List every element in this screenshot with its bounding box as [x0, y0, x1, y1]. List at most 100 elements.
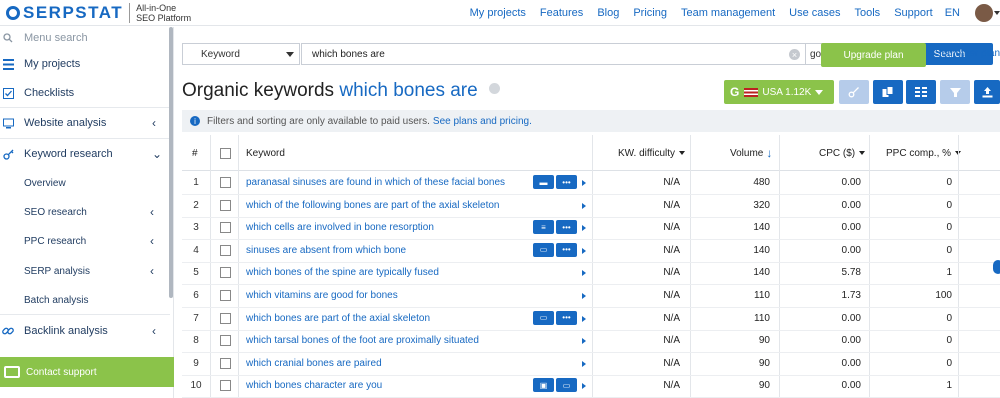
expand-arrow-icon[interactable] [582, 315, 586, 322]
sidebar-item-website-analysis[interactable]: Website analysis ‹ [0, 112, 174, 134]
expand-arrow-icon[interactable] [582, 225, 586, 232]
row-checkbox[interactable] [220, 312, 231, 324]
row-checkbox[interactable] [220, 222, 231, 234]
sidebar-item-my-projects[interactable]: My projects [0, 53, 174, 75]
sidebar-item-checklists[interactable]: Checklists [0, 82, 174, 104]
table-row[interactable]: 5 which bones of the spine are typically … [182, 262, 1000, 286]
expand-arrow-icon[interactable] [582, 202, 586, 209]
sidebar-subitem-ppc-research[interactable]: PPC research [24, 236, 86, 247]
chat-icon[interactable]: ▭ [533, 242, 554, 257]
column-header-keyword[interactable]: Keyword [246, 135, 285, 171]
table-row[interactable]: 7 which bones are part of the axial skele… [182, 308, 1000, 331]
compare-button[interactable] [839, 80, 869, 104]
nav-pricing[interactable]: Pricing [633, 7, 667, 19]
more-icon[interactable]: ••• [556, 310, 577, 325]
column-header-ppc[interactable]: PPC comp., % [886, 135, 962, 171]
nav-my-projects[interactable]: My projects [470, 7, 526, 19]
nav-support[interactable]: Support [894, 7, 933, 19]
chevron-down-icon[interactable] [994, 11, 1000, 15]
sidebar-item-backlink-analysis[interactable]: Backlink analysis ‹ [0, 320, 174, 342]
keyword-link[interactable]: which cells are involved in bone resorpt… [246, 222, 434, 233]
chat-icon[interactable]: ▭ [533, 310, 554, 325]
table-row[interactable]: 1 paranasal sinuses are found in which of… [182, 172, 1000, 195]
clear-icon[interactable]: × [789, 49, 800, 60]
chevron-down-icon: ⌄ [152, 147, 163, 161]
table-row[interactable]: 6 which vitamins are good for bones N/A 110… [182, 285, 1000, 308]
row-checkbox[interactable] [220, 290, 231, 301]
nav-use-cases[interactable]: Use cases [789, 7, 840, 19]
link-icon [2, 325, 14, 337]
menu-search[interactable]: Menu search [0, 27, 174, 49]
expand-arrow-icon[interactable] [582, 293, 586, 299]
keyword-link[interactable]: which tarsal bones of the foot are proxi… [246, 335, 479, 346]
columns-button[interactable] [906, 80, 936, 104]
sidebar-subitem-seo-research[interactable]: SEO research [24, 207, 87, 218]
expand-arrow-icon[interactable] [582, 338, 586, 345]
search-input[interactable]: which bones are × [301, 43, 806, 65]
list-icon[interactable]: ≡ [533, 220, 554, 235]
more-icon[interactable]: ••• [556, 175, 577, 189]
nav-team-management[interactable]: Team management [681, 7, 775, 19]
column-header-volume[interactable]: Volume ↓ [730, 135, 772, 171]
keyword-link[interactable]: sinuses are absent from which bone [246, 245, 406, 256]
keyword-link[interactable]: which cranial bones are paired [246, 358, 382, 369]
nav-features[interactable]: Features [540, 7, 583, 19]
info-icon[interactable] [489, 83, 500, 94]
plans-pricing-link[interactable]: See plans and pricing. [433, 116, 532, 127]
sidebar-subitem-overview[interactable]: Overview [24, 178, 66, 189]
more-icon[interactable]: ••• [556, 220, 577, 235]
nav-tools[interactable]: Tools [855, 7, 881, 19]
scroll-handle[interactable] [993, 260, 1000, 274]
sidebar-subitem-serp-analysis[interactable]: SERP analysis [24, 266, 90, 277]
chat-icon[interactable]: ▭ [556, 378, 577, 393]
filter-button[interactable] [940, 80, 970, 104]
row-checkbox[interactable] [220, 177, 231, 188]
sidebar-subitem-batch-analysis[interactable]: Batch analysis [24, 295, 88, 306]
image-icon[interactable]: ▣ [533, 378, 554, 393]
row-checkbox[interactable] [220, 380, 231, 392]
sidebar-scrollbar[interactable] [169, 27, 173, 298]
expand-arrow-icon[interactable] [582, 360, 586, 367]
video-icon[interactable]: ▬ [533, 175, 554, 189]
contact-support-button[interactable]: Contact support [0, 357, 174, 387]
page-title: Organic keywords which bones are [182, 80, 500, 102]
region-select-button[interactable]: G USA 1.12K [724, 80, 834, 104]
cpc-value: 0.00 [841, 312, 861, 324]
keyword-link[interactable]: which bones of the spine are typically f… [246, 267, 439, 278]
table-row[interactable]: 10 which bones character are you ▣ ▭ N/A 90 0.… [182, 375, 1000, 398]
volume-value: 320 [753, 199, 770, 211]
expand-arrow-icon[interactable] [582, 247, 586, 254]
table-row[interactable]: 4 sinuses are absent from which bone ▭ ••• N… [182, 240, 1000, 263]
language-selector[interactable]: EN [945, 7, 960, 19]
column-header-difficulty[interactable]: KW. difficulty [618, 135, 686, 171]
upgrade-plan-button[interactable]: Upgrade plan [821, 43, 926, 67]
export-button[interactable] [974, 80, 1000, 104]
keyword-link[interactable]: which of the following bones are part of… [246, 200, 500, 211]
logo[interactable]: SERPSTAT All-in-One SEO Platform [6, 2, 191, 23]
keyword-link[interactable]: which vitamins are good for bones [246, 290, 398, 301]
row-checkbox[interactable] [220, 199, 231, 211]
expand-arrow-icon[interactable] [582, 180, 586, 186]
row-checkbox[interactable] [220, 267, 231, 279]
table-row[interactable]: 8 which tarsal bones of the foot are prox… [182, 330, 1000, 354]
table-row[interactable]: 3 which cells are involved in bone resorp… [182, 217, 1000, 241]
more-icon[interactable]: ••• [556, 242, 577, 257]
row-checkbox[interactable] [220, 244, 231, 256]
expand-arrow-icon[interactable] [582, 270, 586, 277]
keyword-link[interactable]: paranasal sinuses are found in which of … [246, 177, 505, 188]
search-type-select[interactable]: Keyword [182, 43, 300, 65]
select-all-checkbox[interactable] [220, 148, 231, 159]
sidebar-item-keyword-research[interactable]: Keyword research ⌄ [0, 143, 174, 165]
column-header-cpc[interactable]: CPC ($) [819, 135, 866, 171]
expand-arrow-icon[interactable] [582, 383, 586, 390]
copy-button[interactable] [873, 80, 903, 104]
table-row[interactable]: 9 which cranial bones are paired N/A 90 0.00… [182, 353, 1000, 376]
row-checkbox[interactable] [220, 357, 231, 369]
see-other-plans-link[interactable]: See other plans [935, 48, 1000, 59]
keyword-link[interactable]: which bones are part of the axial skelet… [246, 313, 430, 324]
row-checkbox[interactable] [220, 335, 231, 347]
nav-blog[interactable]: Blog [597, 7, 619, 19]
table-row[interactable]: 2 which of the following bones are part o… [182, 195, 1000, 218]
keyword-link[interactable]: which bones character are you [246, 380, 382, 391]
user-avatar[interactable] [975, 4, 993, 22]
